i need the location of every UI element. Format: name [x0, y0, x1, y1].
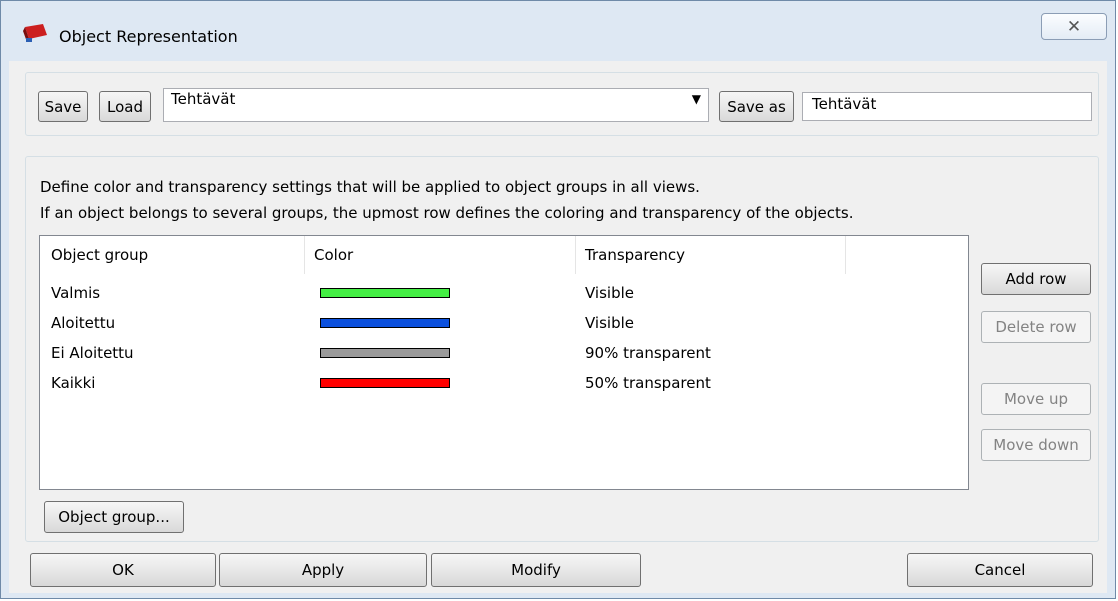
description-line-2: If an object belongs to several groups, …: [40, 204, 854, 222]
column-divider: [304, 236, 305, 274]
transparency-cell: Visible: [585, 314, 634, 332]
color-swatch[interactable]: [320, 348, 450, 358]
transparency-cell: Visible: [585, 284, 634, 302]
color-swatch[interactable]: [320, 378, 450, 388]
load-button[interactable]: Load: [99, 91, 151, 122]
delete-row-button[interactable]: Delete row: [981, 311, 1091, 343]
description-line-1: Define color and transparency settings t…: [40, 178, 700, 196]
transparency-cell: 50% transparent: [585, 374, 711, 392]
column-header-transparency[interactable]: Transparency: [585, 246, 685, 264]
add-row-button[interactable]: Add row: [981, 263, 1091, 295]
app-icon: [23, 23, 49, 43]
color-swatch[interactable]: [320, 288, 450, 298]
object-group-cell: Valmis: [51, 284, 101, 302]
object-group-button[interactable]: Object group...: [44, 501, 184, 533]
object-group-table[interactable]: Object group Color Transparency Valmis V…: [39, 235, 969, 490]
save-as-name-field[interactable]: Tehtävät: [802, 92, 1092, 121]
window-title: Object Representation: [59, 27, 238, 46]
cancel-button[interactable]: Cancel: [907, 553, 1093, 587]
column-divider: [845, 236, 846, 274]
color-swatch[interactable]: [320, 318, 450, 328]
close-icon: ✕: [1066, 16, 1082, 37]
settings-dropdown-value: Tehtävät: [171, 90, 236, 108]
object-group-cell: Kaikki: [51, 374, 96, 392]
column-header-object-group[interactable]: Object group: [51, 246, 148, 264]
close-button[interactable]: ✕: [1041, 13, 1107, 40]
title-bar: Object Representation ✕: [1, 1, 1115, 63]
save-button[interactable]: Save: [38, 91, 88, 122]
move-down-button[interactable]: Move down: [981, 429, 1091, 461]
column-divider: [575, 236, 576, 274]
apply-button[interactable]: Apply: [219, 553, 427, 587]
chevron-down-icon: ▼: [691, 92, 701, 106]
settings-dropdown[interactable]: Tehtävät ▼: [163, 88, 709, 122]
column-header-color[interactable]: Color: [314, 246, 353, 264]
move-up-button[interactable]: Move up: [981, 383, 1091, 415]
dialog-client: Save Load Tehtävät ▼ Save as Tehtävät De…: [9, 61, 1107, 593]
transparency-cell: 90% transparent: [585, 344, 711, 362]
object-group-cell: Ei Aloitettu: [51, 344, 134, 362]
object-representation-dialog: Object Representation ✕ Save Load Tehtäv…: [0, 0, 1116, 599]
modify-button[interactable]: Modify: [431, 553, 641, 587]
ok-button[interactable]: OK: [30, 553, 216, 587]
object-group-cell: Aloitettu: [51, 314, 116, 332]
save-as-button[interactable]: Save as: [719, 91, 794, 122]
